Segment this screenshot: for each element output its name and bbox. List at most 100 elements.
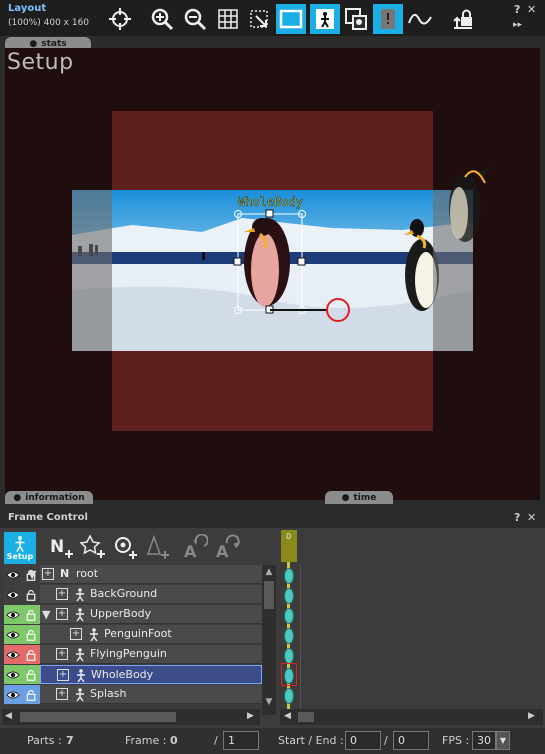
grid-button[interactable] [213,4,243,34]
timeline-scroll-left-icon[interactable]: ◀ [284,711,291,721]
scroll-right-arrow-icon[interactable]: ▶ [247,711,254,721]
tree-row-background[interactable]: + BackGround [2,585,262,604]
lock-icon[interactable] [22,625,40,644]
flying-penguin-sprite [449,167,491,242]
new-star-button[interactable] [78,532,108,562]
tree-row-flyingpenguin[interactable]: + FlyingPenguin [2,645,262,664]
timeline-track-area[interactable] [300,565,543,715]
tree-row-body[interactable]: + PenguinFoot [40,625,262,644]
add-child-icon[interactable]: + [56,588,68,600]
visibility-eye-icon[interactable] [4,645,22,664]
curve-icon [408,13,432,25]
tree-row-upperbody[interactable]: ▼ + UpperBody [2,605,262,624]
lock-icon[interactable] [22,645,40,664]
info-box-button[interactable] [373,4,403,34]
visibility-eye-icon[interactable] [4,565,22,584]
new-star-icon [80,534,105,558]
keyframe-dot[interactable] [284,568,294,584]
add-child-icon[interactable]: + [57,669,69,681]
total-frames-field[interactable]: 1 [223,731,259,750]
move-crosshair-icon [109,8,131,30]
tree-scroll-thumb[interactable] [264,581,274,609]
info-box-icon [381,9,395,29]
visibility-eye-icon[interactable] [4,625,22,644]
scroll-down-arrow-icon[interactable]: ▼ [263,697,275,709]
keyframe-dot[interactable] [284,688,294,704]
zoom-out-button[interactable] [180,4,210,34]
expand-toolbar-button[interactable]: ▸▸ [513,20,522,30]
expand-collapse-icon[interactable]: ▼ [28,568,36,581]
timeline-scroll-right-icon[interactable]: ▶ [528,711,535,721]
timeline[interactable]: 0 [280,530,543,715]
tree-hscroll-thumb[interactable] [20,712,176,722]
lock-icon[interactable] [22,665,40,684]
visibility-eye-icon[interactable] [4,585,22,604]
tree-row-body[interactable]: ▼ + Nroot [28,565,262,584]
visibility-eye-icon[interactable] [4,605,22,624]
tree-row-body[interactable]: + BackGround [40,585,262,604]
keyframe-dot[interactable] [284,588,294,604]
frame-control-close-button[interactable]: ✕ [527,511,536,524]
tree-row-wholebody[interactable]: + WholeBody [2,665,262,684]
lock-icon[interactable] [22,585,40,604]
tree-row-root[interactable]: ▼ + Nroot [2,565,262,584]
keyframe-dot[interactable] [284,608,294,624]
visibility-eye-icon[interactable] [4,665,22,684]
canvas-viewport[interactable]: Setup WholeBody [5,48,540,500]
resize-select-icon [250,10,268,28]
tree-vertical-scrollbar[interactable]: ▲ ▼ [262,565,276,715]
fps-dropdown-arrow-icon[interactable]: ▼ [496,731,510,750]
add-point-button[interactable] [110,532,140,562]
information-tab[interactable]: ● information [5,491,93,504]
keyframe-dot[interactable] [284,648,294,664]
frame-box-button[interactable] [276,4,306,34]
lock-export-button[interactable] [448,4,478,34]
add-child-icon[interactable]: + [56,608,68,620]
setup-mode-button[interactable]: Setup [4,532,36,564]
start-frame-field[interactable]: 0 [345,731,381,750]
fps-select[interactable]: 30 [472,731,496,750]
move-crosshair-button[interactable] [105,4,135,34]
tree-row-body[interactable]: + WholeBody [40,665,262,684]
tree-row-body[interactable]: + Splash [40,685,262,704]
curve-button[interactable] [405,4,435,34]
tree-row-body[interactable]: ▼ + UpperBody [40,605,262,624]
time-tab[interactable]: ● time [325,491,393,504]
part-figure-icon [88,627,100,642]
lock-export-icon [453,9,472,29]
frame-control-help-button[interactable]: ? [514,511,520,524]
visibility-eye-icon[interactable] [4,685,22,704]
resize-select-button[interactable] [244,4,274,34]
rotate-a-button[interactable]: A [180,532,210,562]
layout-help-button[interactable]: ? [514,3,520,16]
frame-marker[interactable]: 0 [281,530,297,562]
tree-row-splash[interactable]: + Splash [2,685,262,704]
lock-icon[interactable] [22,605,40,624]
add-child-icon[interactable]: + [56,688,68,700]
add-child-icon[interactable]: + [56,648,68,660]
add-child-icon[interactable]: + [42,568,54,580]
figure-button[interactable] [310,4,340,34]
add-child-icon[interactable]: + [70,628,82,640]
tree-row-body[interactable]: + FlyingPenguin [40,645,262,664]
end-frame-field[interactable]: 0 [393,731,429,750]
expand-collapse-icon[interactable]: ▼ [42,608,50,621]
new-part-button[interactable]: N [46,532,76,562]
scroll-left-arrow-icon[interactable]: ◀ [5,711,12,721]
lock-icon[interactable] [22,685,40,704]
scroll-up-arrow-icon[interactable]: ▲ [263,567,275,579]
rotate-a2-icon: A [216,534,240,560]
tree-row-penguinfoot[interactable]: + PenguinFoot [2,625,262,644]
layout-close-button[interactable]: ✕ [527,3,536,16]
zoom-in-button[interactable] [147,4,177,34]
keyframe-dot[interactable] [284,628,294,644]
information-tab-label: information [25,492,85,503]
timeline-horizontal-scrollbar[interactable]: ◀ ▶ [280,709,543,725]
tree-row-label: WholeBody [91,668,154,681]
rotate-a2-button[interactable]: A [212,532,242,562]
tree-horizontal-scrollbar[interactable]: ◀ ▶ [2,709,260,725]
bone-name-label: WholeBody [238,195,303,209]
add-shape-button[interactable] [142,532,172,562]
layer-button[interactable] [341,4,371,34]
timeline-scroll-thumb[interactable] [298,712,314,722]
